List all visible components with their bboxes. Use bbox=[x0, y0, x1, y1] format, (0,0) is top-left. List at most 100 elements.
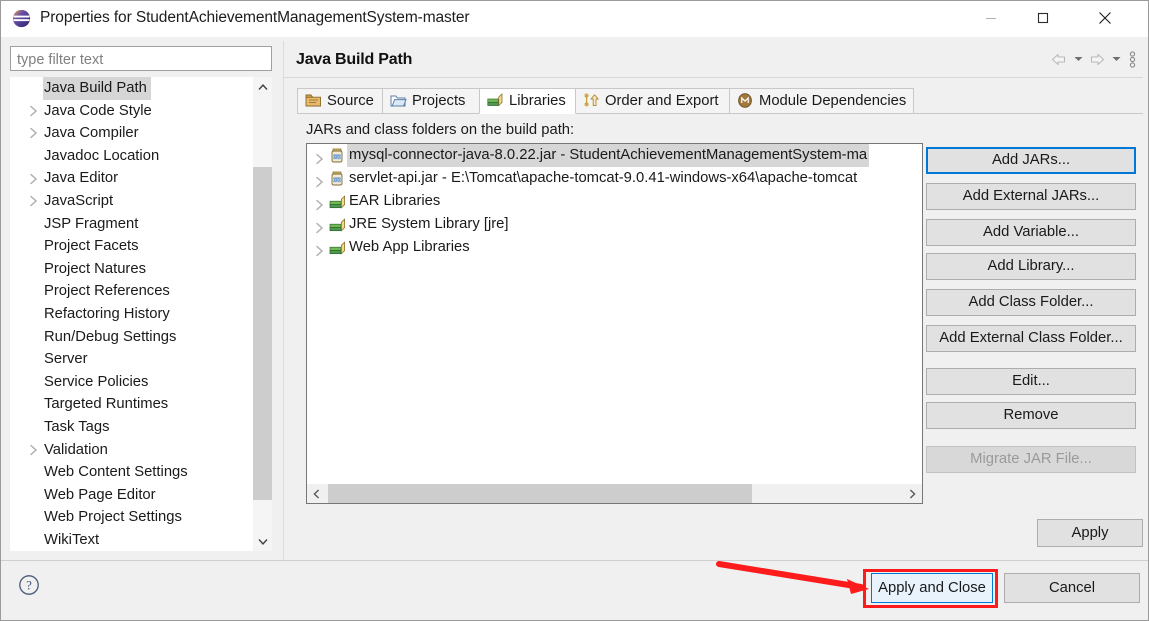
apply-button[interactable]: Apply bbox=[1037, 519, 1143, 547]
settings-tree[interactable]: Java Build Path Java Code Style Java Compi… bbox=[10, 77, 272, 551]
filter-input[interactable] bbox=[10, 46, 272, 71]
maximize-button[interactable] bbox=[1020, 1, 1066, 34]
expand-chevron-icon[interactable] bbox=[29, 173, 38, 185]
sidebar-item-service-policies[interactable]: Service Policies bbox=[10, 371, 272, 394]
jar-icon: 010 bbox=[329, 171, 345, 187]
library-label: mysql-connector-java-8.0.22.jar - Studen… bbox=[347, 144, 870, 167]
source-folder-icon bbox=[305, 93, 322, 109]
tab-label: Order and Export bbox=[605, 93, 719, 109]
sidebar-item-java-build-path[interactable]: Java Build Path bbox=[10, 77, 272, 100]
module-icon bbox=[737, 93, 754, 109]
sidebar-item-label: Web Content Settings bbox=[44, 464, 188, 481]
add-library-button[interactable]: Add Library... bbox=[926, 253, 1136, 280]
library-icon bbox=[329, 240, 345, 256]
hscroll-thumb[interactable] bbox=[328, 484, 752, 503]
expand-chevron-icon[interactable] bbox=[29, 195, 38, 207]
sidebar-item-label: Service Policies bbox=[44, 373, 149, 390]
properties-dialog: Properties for StudentAchievementManagem… bbox=[0, 0, 1149, 621]
expand-chevron-icon[interactable] bbox=[29, 127, 38, 139]
sidebar-item-java-editor[interactable]: Java Editor bbox=[10, 167, 272, 190]
scroll-down-arrow[interactable] bbox=[253, 532, 272, 551]
order-export-icon bbox=[583, 93, 600, 109]
libraries-horizontal-scrollbar[interactable] bbox=[307, 483, 922, 503]
apply-and-close-button[interactable]: Apply and Close bbox=[871, 573, 993, 603]
library-label: EAR Libraries bbox=[349, 193, 441, 209]
remove-button[interactable]: Remove bbox=[926, 402, 1136, 429]
tab-libraries[interactable]: Libraries bbox=[479, 88, 576, 114]
scroll-up-arrow[interactable] bbox=[253, 77, 272, 96]
sidebar-item-project-natures[interactable]: Project Natures bbox=[10, 258, 272, 281]
sidebar-item-label: Project Natures bbox=[44, 260, 146, 277]
window-title: Properties for StudentAchievementManagem… bbox=[40, 9, 470, 26]
add-external-jars-button[interactable]: Add External JARs... bbox=[926, 183, 1136, 210]
tree-scroll-thumb[interactable] bbox=[253, 167, 272, 500]
minimize-button[interactable] bbox=[968, 1, 1014, 34]
sidebar-item-label: Server bbox=[44, 351, 88, 368]
expand-chevron-icon[interactable] bbox=[29, 105, 38, 117]
tab-order-and-export[interactable]: Order and Export bbox=[575, 88, 730, 114]
library-label: JRE System Library [jre] bbox=[349, 216, 509, 232]
expand-chevron-icon[interactable] bbox=[315, 173, 324, 187]
sidebar-item-project-references[interactable]: Project References bbox=[10, 280, 272, 303]
sidebar-item-label: Java Code Style bbox=[44, 102, 152, 119]
library-label: Web App Libraries bbox=[349, 239, 470, 255]
sidebar-item-label: Targeted Runtimes bbox=[44, 396, 169, 413]
sidebar-item-jsp-fragment[interactable]: JSP Fragment bbox=[10, 213, 272, 236]
expand-chevron-icon[interactable] bbox=[29, 444, 38, 456]
close-button[interactable] bbox=[1082, 1, 1128, 34]
cancel-button[interactable]: Cancel bbox=[1004, 573, 1140, 603]
tab-projects[interactable]: Projects bbox=[382, 88, 480, 114]
back-history-dropdown-icon[interactable] bbox=[1070, 48, 1086, 70]
title-divider bbox=[284, 77, 1143, 78]
expand-chevron-icon[interactable] bbox=[315, 219, 324, 233]
sidebar-item-web-page-editor[interactable]: Web Page Editor bbox=[10, 484, 272, 507]
sidebar-item-java-compiler[interactable]: Java Compiler bbox=[10, 122, 272, 145]
hscroll-right-arrow[interactable] bbox=[903, 484, 922, 503]
library-row[interactable]: 010 mysql-connector-java-8.0.22.jar - Stu… bbox=[307, 144, 922, 167]
add-external-class-folder-button[interactable]: Add External Class Folder... bbox=[926, 325, 1136, 352]
expand-chevron-icon[interactable] bbox=[315, 150, 324, 164]
expand-chevron-icon[interactable] bbox=[315, 242, 324, 256]
sidebar-item-web-content-settings[interactable]: Web Content Settings bbox=[10, 461, 272, 484]
sidebar-item-label: WikiText bbox=[44, 531, 100, 548]
libraries-list[interactable]: 010 mysql-connector-java-8.0.22.jar - Stu… bbox=[306, 143, 923, 504]
sidebar-item-javadoc-location[interactable]: Javadoc Location bbox=[10, 145, 272, 168]
add-variable-button[interactable]: Add Variable... bbox=[926, 219, 1136, 246]
sidebar-item-label: Java Editor bbox=[44, 170, 119, 187]
sidebar-item-java-code-style[interactable]: Java Code Style bbox=[10, 100, 272, 123]
tree-vertical-scrollbar[interactable] bbox=[253, 77, 272, 551]
tab-source[interactable]: Source bbox=[297, 88, 383, 114]
view-menu-icon[interactable] bbox=[1124, 48, 1140, 70]
sidebar-item-project-facets[interactable]: Project Facets bbox=[10, 235, 272, 258]
sidebar-item-refactoring-history[interactable]: Refactoring History bbox=[10, 303, 272, 326]
forward-arrow-icon[interactable] bbox=[1086, 48, 1108, 70]
help-icon[interactable]: ? bbox=[17, 573, 41, 597]
add-jars-button[interactable]: Add JARs... bbox=[926, 147, 1136, 174]
sidebar-item-run-debug-settings[interactable]: Run/Debug Settings bbox=[10, 326, 272, 349]
expand-chevron-icon[interactable] bbox=[315, 196, 324, 210]
library-row[interactable]: Web App Libraries bbox=[307, 236, 922, 259]
add-class-folder-button[interactable]: Add Class Folder... bbox=[926, 289, 1136, 316]
back-arrow-icon[interactable] bbox=[1048, 48, 1070, 70]
sidebar-item-javascript[interactable]: JavaScript bbox=[10, 190, 272, 213]
sidebar-item-label: Project Facets bbox=[44, 238, 139, 255]
migrate-jar-file-button: Migrate JAR File... bbox=[926, 446, 1136, 473]
library-icon bbox=[329, 194, 345, 210]
edit-button[interactable]: Edit... bbox=[926, 368, 1136, 395]
sidebar-item-web-project-settings[interactable]: Web Project Settings bbox=[10, 506, 272, 529]
sidebar-item-targeted-runtimes[interactable]: Targeted Runtimes bbox=[10, 393, 272, 416]
sidebar-item-label: Java Compiler bbox=[44, 125, 139, 142]
sidebar-item-label: JavaScript bbox=[44, 192, 114, 209]
tab-module-dependencies[interactable]: Module Dependencies bbox=[729, 88, 914, 114]
sidebar-item-task-tags[interactable]: Task Tags bbox=[10, 416, 272, 439]
library-row[interactable]: EAR Libraries bbox=[307, 190, 922, 213]
sidebar-item-validation[interactable]: Validation bbox=[10, 439, 272, 462]
sidebar-item-wikitext[interactable]: WikiText bbox=[10, 529, 272, 551]
project-folder-icon bbox=[390, 93, 407, 109]
hscroll-left-arrow[interactable] bbox=[307, 484, 326, 503]
sidebar-item-server[interactable]: Server bbox=[10, 348, 272, 371]
forward-history-dropdown-icon[interactable] bbox=[1108, 48, 1124, 70]
library-row[interactable]: 010 servlet-api.jar - E:\Tomcat\apache-to… bbox=[307, 167, 922, 190]
library-row[interactable]: JRE System Library [jre] bbox=[307, 213, 922, 236]
svg-text:010: 010 bbox=[334, 177, 342, 182]
